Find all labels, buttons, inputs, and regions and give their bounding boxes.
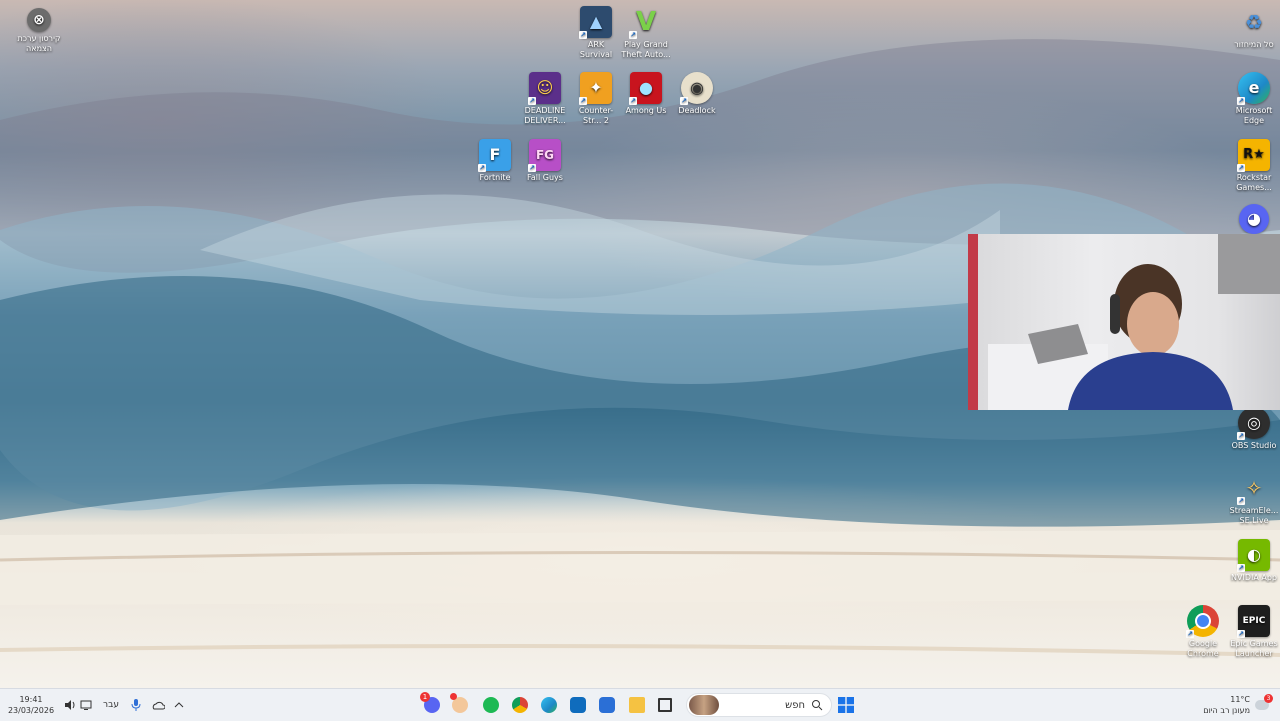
xbox-icon: ⊗ [27, 8, 51, 32]
clock[interactable]: 19:41 23/03/2026 [6, 693, 56, 717]
recording-icon [450, 693, 468, 713]
notification-badge: 3 [1264, 694, 1273, 703]
chevron-up-icon[interactable] [172, 693, 186, 717]
desktop-icon-label: Deadlock [678, 106, 716, 115]
desktop-icon-edge[interactable]: e ↗ Microsoft Edge [1229, 72, 1279, 126]
desktop-icon-label: Among Us [625, 106, 667, 115]
taskbar-task-view[interactable] [652, 693, 678, 717]
desktop-icon-label: קירסון ערכת הצמאה [17, 34, 61, 53]
epic-games-icon: EPIC ↗ [1237, 605, 1270, 638]
language-indicator[interactable]: עבר [100, 693, 122, 717]
network-icon[interactable] [78, 693, 94, 717]
search-placeholder: חפש [785, 699, 805, 711]
task-view-icon [658, 698, 672, 712]
desktop-icon-among-us[interactable]: ● ↗ Among Us [621, 72, 671, 116]
taskbar-store[interactable] [594, 693, 620, 717]
among-us-icon: ● ↗ [629, 72, 662, 105]
edge-icon: e ↗ [1237, 72, 1270, 105]
desktop-icon-discord[interactable]: ◕ [1229, 204, 1279, 236]
taskbar-spotify[interactable] [478, 693, 504, 717]
onedrive-icon[interactable] [150, 693, 166, 717]
desktop-icon-label: Play Grand Theft Auto... [621, 40, 671, 59]
edge-icon [541, 697, 557, 713]
desktop-icon-label: NVIDIA App [1231, 573, 1277, 582]
start-button[interactable] [836, 693, 856, 717]
desktop-icon-rockstar[interactable]: R★ ↗ Rockstar Games... [1229, 139, 1279, 193]
spotify-icon [483, 697, 499, 713]
desktop-icon-ark[interactable]: ▲↗ ARK Survival Ascended [571, 6, 621, 60]
obs-icon: ◎ ↗ [1237, 407, 1270, 440]
clock-date: 23/03/2026 [7, 706, 55, 715]
search-icon [812, 700, 823, 711]
desktop-icon-deadlock[interactable]: ◉ ↗ Deadlock [672, 72, 722, 116]
taskbar: 19:41 23/03/2026 עבר 1 חפש 11°C מעונן רב… [0, 688, 1280, 721]
desktop-icon-label: StreamEle... SE.Live [1229, 506, 1279, 525]
desktop-icon-deadline-delivery[interactable]: ☺ ↗ DEADLINE DELIVER... [520, 72, 570, 126]
microphone-icon[interactable] [128, 693, 144, 717]
desktop-icon-label: Google Chrome [1187, 639, 1219, 658]
fortnite-icon: F ↗ [478, 139, 511, 172]
streamelements-icon: ✧ ↗ [1237, 476, 1263, 505]
desktop-icon-label: Fortnite [479, 173, 511, 182]
webcam-person-image [968, 234, 1280, 410]
desktop-icon-label: סל המיחזור [1234, 40, 1274, 49]
desktop-icon-fortnite[interactable]: F ↗ Fortnite [470, 139, 520, 183]
desktop-icon-label: Rockstar Games... [1236, 173, 1272, 192]
desktop-icon-label: Microsoft Edge [1235, 106, 1273, 125]
desktop-icon-label: Epic Games Launcher [1230, 639, 1278, 658]
desktop-icon-label: ARK Survival Ascended [579, 40, 613, 59]
taskbar-edge[interactable] [536, 693, 562, 717]
chrome-icon [512, 697, 528, 713]
desktop-wallpaper: ⊗ קירסון ערכת הצמאה ▲↗ ARK Survival Asce… [0, 0, 1280, 688]
nvidia-icon: ◐ ↗ [1237, 539, 1270, 572]
taskbar-recording-app[interactable] [447, 693, 473, 717]
desktop-icon-xbox[interactable]: ⊗ קירסון ערכת הצמאה [14, 8, 64, 54]
counter-strike-icon: ✦ ↗ [579, 72, 612, 105]
gta-v-icon: V ↗ [629, 7, 657, 39]
desktop-icon-obs[interactable]: ◎ ↗ OBS Studio [1229, 407, 1279, 451]
windows-icon [838, 697, 854, 713]
deadlock-icon: ◉ ↗ [680, 72, 713, 105]
taskbar-chrome[interactable] [507, 693, 533, 717]
desktop-icon-nvidia[interactable]: ◐ ↗ NVIDIA App [1229, 539, 1279, 583]
desktop-icon-epic-games[interactable]: EPIC ↗ Epic Games Launcher [1229, 605, 1279, 659]
deadline-delivery-icon: ☺ ↗ [528, 72, 561, 105]
desktop-icon-streamelements[interactable]: ✧ ↗ StreamEle... SE.Live [1229, 472, 1279, 526]
desktop-icon-gta[interactable]: V ↗ Play Grand Theft Auto... [621, 6, 671, 60]
webcam-overlay [968, 234, 1280, 410]
language-label: עבר [103, 700, 119, 710]
rockstar-icon: R★ ↗ [1237, 139, 1270, 172]
weather-description: מעונן רב היום [1203, 706, 1250, 715]
taskbar-outlook[interactable] [565, 693, 591, 717]
taskbar-file-explorer[interactable] [624, 693, 650, 717]
weather-icon[interactable]: 3 [1252, 693, 1273, 717]
weather-temperature: 11°C [1230, 695, 1250, 704]
store-icon [599, 697, 615, 713]
recycle-bin-icon: ♻ [1245, 10, 1263, 34]
ark-icon: ▲ ↗ [579, 6, 612, 39]
desktop-icon-chrome[interactable]: ↗ Google Chrome [1178, 605, 1228, 659]
desktop-icon-counter-strike[interactable]: ✦ ↗ Counter-Str... 2 [571, 72, 621, 126]
notification-badge: 1 [420, 692, 430, 702]
discord-icon: ◕ [1239, 204, 1269, 234]
desktop-icon-label: OBS Studio [1231, 441, 1277, 450]
desktop-icon-label: DEADLINE DELIVER... [524, 106, 566, 125]
discord-icon: 1 [420, 692, 440, 713]
desktop-icon-label: Fall Guys [527, 173, 563, 182]
taskbar-discord[interactable]: 1 [419, 692, 445, 717]
chrome-icon: ↗ [1186, 605, 1219, 638]
weather-widget[interactable]: 11°C מעונן רב היום [1196, 693, 1250, 717]
volume-icon[interactable] [62, 693, 78, 717]
outlook-icon [570, 697, 586, 713]
search-highlight-image [689, 695, 719, 715]
desktop-icon-label: Counter-Str... 2 [578, 106, 614, 125]
fall-guys-icon: FG ↗ [528, 139, 561, 172]
file-explorer-icon [629, 697, 645, 713]
taskbar-search-box[interactable]: חפש [686, 693, 832, 717]
desktop-icon-recycle-bin[interactable]: ♻ סל המיחזור [1229, 6, 1279, 50]
clock-time: 19:41 [19, 695, 43, 704]
desktop-icon-fall-guys[interactable]: FG ↗ Fall Guys [520, 139, 570, 183]
